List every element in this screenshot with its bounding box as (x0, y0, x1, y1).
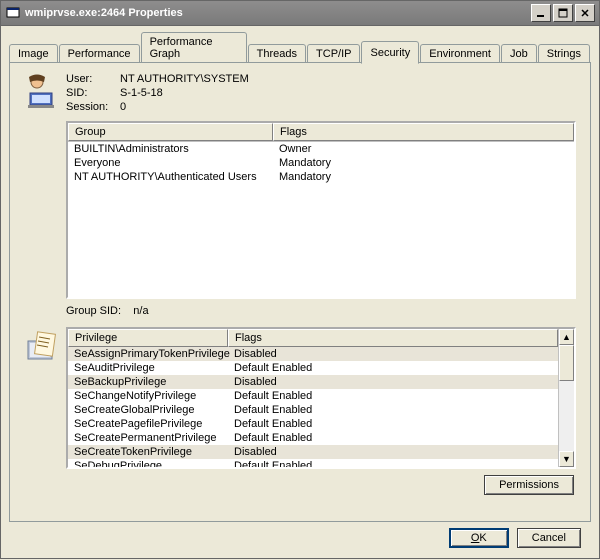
table-row[interactable]: SeBackupPrivilegeDisabled (68, 375, 558, 389)
app-icon (5, 5, 21, 21)
maximize-button[interactable] (553, 4, 573, 22)
table-row[interactable]: SeCreateGlobalPrivilegeDefault Enabled (68, 403, 558, 417)
tab-image[interactable]: Image (9, 44, 58, 63)
table-row[interactable]: SeDebugPrivilegeDefault Enabled (68, 459, 558, 467)
dialog-content: Image Performance Performance Graph Thre… (0, 26, 600, 559)
priv-flags-col-header[interactable]: Flags (228, 329, 558, 347)
sid-label: SID: (66, 87, 120, 99)
group-list[interactable]: Group Flags BUILTIN\Administrators Owner… (66, 121, 576, 299)
table-row[interactable]: SeCreatePermanentPrivilegeDefault Enable… (68, 431, 558, 445)
group-col-header[interactable]: Group (68, 123, 273, 141)
scrollbar[interactable]: ▲ ▼ (558, 329, 574, 467)
privilege-scroll-icon (24, 327, 60, 373)
table-row[interactable]: SeAssignPrimaryTokenPrivilegeDisabled (68, 347, 558, 361)
table-row[interactable]: Everyone Mandatory (68, 156, 574, 170)
table-row[interactable]: SeAuditPrivilegeDefault Enabled (68, 361, 558, 375)
scroll-thumb[interactable] (559, 345, 574, 381)
user-value: NT AUTHORITY\SYSTEM (120, 73, 249, 85)
computer-user-icon (24, 73, 60, 109)
table-row[interactable]: SeCreatePagefilePrivilegeDefault Enabled (68, 417, 558, 431)
session-label: Session: (66, 101, 120, 113)
priv-col-header[interactable]: Privilege (68, 329, 228, 347)
close-button[interactable] (575, 4, 595, 22)
sid-value: S-1-5-18 (120, 87, 163, 99)
cancel-button[interactable]: Cancel (517, 528, 581, 548)
tab-strip: Image Performance Performance Graph Thre… (9, 32, 591, 63)
tab-performance[interactable]: Performance (59, 44, 140, 63)
scroll-up-button[interactable]: ▲ (559, 329, 574, 345)
session-value: 0 (120, 101, 126, 113)
tab-security[interactable]: Security (361, 41, 419, 64)
tab-threads[interactable]: Threads (248, 44, 306, 63)
scroll-down-button[interactable]: ▼ (559, 451, 574, 467)
group-sid-value: n/a (133, 305, 148, 317)
tab-performance-graph[interactable]: Performance Graph (141, 32, 247, 63)
tab-tcpip[interactable]: TCP/IP (307, 44, 360, 63)
table-row[interactable]: SeChangeNotifyPrivilegeDefault Enabled (68, 389, 558, 403)
permissions-button[interactable]: Permissions (484, 475, 574, 495)
title-bar: wmiprvse.exe:2464 Properties (0, 0, 600, 26)
window-title: wmiprvse.exe:2464 Properties (25, 7, 531, 19)
privilege-list[interactable]: Privilege Flags SeAssignPrimaryTokenPriv… (66, 327, 576, 469)
group-sid-label: Group SID: (66, 305, 121, 317)
tab-environment[interactable]: Environment (420, 44, 500, 63)
table-row[interactable]: SeCreateTokenPrivilegeDisabled (68, 445, 558, 459)
user-label: User: (66, 73, 120, 85)
table-row[interactable]: NT AUTHORITY\Authenticated Users Mandato… (68, 170, 574, 184)
group-flags-col-header[interactable]: Flags (273, 123, 574, 141)
tab-panel-security: User: NT AUTHORITY\SYSTEM SID: S-1-5-18 … (9, 62, 591, 522)
minimize-button[interactable] (531, 4, 551, 22)
ok-button[interactable]: OK (449, 528, 509, 548)
table-row[interactable]: BUILTIN\Administrators Owner (68, 142, 574, 156)
tab-job[interactable]: Job (501, 44, 537, 63)
tab-strings[interactable]: Strings (538, 44, 590, 63)
